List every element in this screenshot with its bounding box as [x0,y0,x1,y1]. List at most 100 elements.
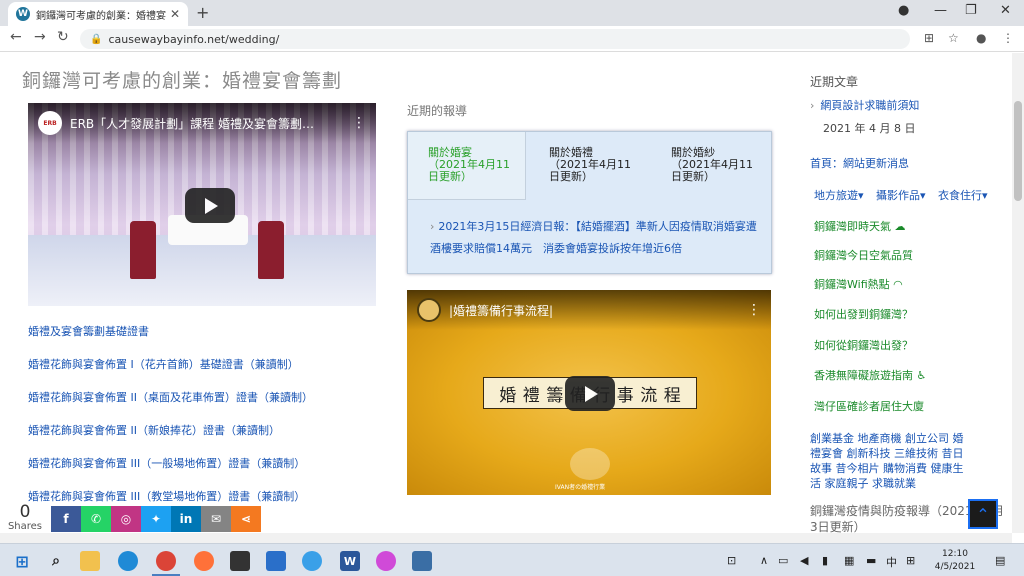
home-link[interactable]: 首頁：網站更新消息 [810,155,909,171]
tab-wedding[interactable]: 關於婚禮 （2021年4月11日更新） [529,132,649,200]
browser-app-icon[interactable] [376,551,396,571]
close-tab-icon[interactable]: ✕ [170,7,180,21]
channel-logo[interactable]: ERB [38,111,62,135]
tab-wedding-banquet[interactable]: 關於婚宴 （2021年4月11日更新） [408,132,526,200]
tab-wedding-dress[interactable]: 關於婚紗 （2021年4月11日更新） [651,132,771,200]
notification-icon[interactable]: ▤ [995,554,1005,567]
browser-toolbar: ← → ↻ 🔒 causewaybayinfo.net/wedding/ ⊞ ☆… [0,26,1024,52]
firefox-icon[interactable] [194,551,214,571]
restore-icon[interactable]: ❐ [965,3,977,18]
windows-start-icon[interactable]: ⊞ [12,551,32,571]
menu-travel[interactable]: 地方旅遊▾ [814,187,864,203]
weather-link[interactable]: 銅鑼灣即時天氣 ☁ [814,218,906,234]
news-widget: 關於婚宴 （2021年4月11日更新） 關於婚禮 （2021年4月11日更新） … [407,131,772,274]
bookmark-star-icon[interactable]: ☆ [948,31,959,45]
course-link[interactable]: 婚禮花飾與宴會佈置 II（新娘捧花）證書（兼讀制） [28,422,313,437]
tab-sublabel: （2021年4月11日更新） [428,158,510,183]
email-share-button[interactable]: ✉ [201,506,231,532]
course-link[interactable]: 婚禮花飾與宴會佈置 III（教堂場地佈置）證書（兼讀制） [28,488,313,503]
edge-icon[interactable] [118,551,138,571]
forward-icon[interactable]: → [34,29,46,45]
video-thumbnail-floor [28,234,376,306]
video-title[interactable]: |婚禮籌備行事流程| [449,302,741,319]
whatsapp-share-button[interactable]: ✆ [81,506,111,532]
profile-indicator-icon[interactable]: ● [898,3,909,18]
internet-explorer-icon[interactable] [302,551,322,571]
menu-photography[interactable]: 攝影作品▾ [876,187,926,203]
url-text: causewaybayinfo.net/wedding/ [108,32,280,46]
from-cwb-link[interactable]: 如何從銅鑼灣出發？ [814,337,913,353]
system-clock[interactable]: 12:10 4/5/2021 [930,548,980,574]
tab-sublabel: （2021年4月11日更新） [549,158,631,183]
video-title[interactable]: ERB「人才發展計劃」課程 婚禮及宴會籌劃… [70,115,346,132]
play-button[interactable] [565,376,615,411]
course-link[interactable]: 婚禮花飾與宴會佈置 III（一般場地佈置）證書（兼讀制） [28,455,313,470]
course-link[interactable]: 婚禮花飾與宴會佈置 I（花卉首飾）基礎證書（兼讀制） [28,356,313,371]
share-counter: 0 Shares [7,503,43,532]
video-player-wedding-process[interactable]: |婚禮籌備行事流程| ⋮ 婚 禮 籌 備 行 事 流 程 IVAN者の婚禮行業 [407,290,771,495]
video-more-icon[interactable]: ⋮ [747,302,761,318]
course-link[interactable]: 婚禮花飾與宴會佈置 II（桌面及花車佈置）證書（兼讀制） [28,389,313,404]
show-hidden-icons[interactable]: ∧ [760,554,768,567]
horizontal-scrollbar[interactable] [0,533,1012,543]
course-link[interactable]: 婚禮及宴會籌劃基礎證書 [28,323,313,338]
video-more-icon[interactable]: ⋮ [352,115,366,131]
network-icon[interactable]: ▭ [778,554,788,567]
vertical-scrollbar[interactable] [1012,53,1024,533]
volume-icon[interactable]: ◀ [800,554,808,567]
back-to-top-button[interactable]: ⌃ [968,499,998,529]
course-links: 婚禮及宴會籌劃基礎證書 婚禮花飾與宴會佈置 I（花卉首飾）基礎證書（兼讀制） 婚… [28,323,313,521]
reload-icon[interactable]: ↻ [57,29,69,45]
menu-living[interactable]: 衣食住行▾ [938,187,988,203]
twitter-share-button[interactable]: ✦ [141,506,171,532]
mail-icon[interactable] [266,551,286,571]
file-explorer-icon[interactable] [80,551,100,571]
news-item[interactable]: › 2021年3月15日經濟日報：【結婚擺酒】準新人因疫情取消婚宴遭酒樓要求賠償1… [430,216,760,260]
banner-char: 流 [640,385,658,406]
news-item-text: 2021年3月15日經濟日報：【結婚擺酒】準新人因疫情取消婚宴遭酒樓要求賠償14… [430,220,757,255]
instagram-share-button[interactable]: ◎ [111,506,141,532]
clock-date: 4/5/2021 [934,562,976,572]
wifi-link[interactable]: 銅鑼灣Wifi熱點 ◠ [814,276,903,292]
more-share-button[interactable]: ⋖ [231,506,261,532]
search-icon[interactable]: ⌕ [46,551,66,571]
chrome-icon[interactable] [156,551,176,571]
new-tab-button[interactable]: + [196,3,209,22]
store-icon[interactable] [230,551,250,571]
close-window-icon[interactable]: ✕ [1000,3,1011,18]
facebook-share-button[interactable]: f [51,506,81,532]
air-quality-link[interactable]: 銅鑼灣今日空氣品質 [814,247,913,263]
banner-char: 籌 [546,385,564,406]
wordpress-icon: W [16,7,30,21]
minimize-icon[interactable]: — [934,3,947,18]
tag-cloud[interactable]: 創業基金 地產商機 創立公司 婚禮宴會 創新科技 三維技術 昔日故事 昔今相片 … [810,431,970,491]
ime-mode-icon[interactable]: ⊞ [906,554,915,567]
accessible-travel-link[interactable]: 香港無障礙旅遊指南 ♿ [814,367,926,383]
browser-tab[interactable]: W 銅鑼灣可考慮的創業：婚禮宴會籌… ✕ [8,2,188,26]
menu-kebab-icon[interactable]: ⋮ [1002,31,1014,45]
play-button[interactable] [185,188,235,223]
battery-icon[interactable]: ▮ [822,554,828,567]
confirmed-buildings-link[interactable]: 灣仔區確診者居住大廈 [814,398,924,414]
ime-indicator[interactable]: 中 [886,554,897,570]
translate-icon[interactable]: ⊞ [924,31,934,45]
address-bar[interactable]: 🔒 causewaybayinfo.net/wedding/ [80,29,910,49]
to-cwb-link[interactable]: 如何出發到銅鑼灣？ [814,306,913,322]
recent-post-link[interactable]: › 網頁設計求職前須知 [810,97,919,113]
word-icon[interactable]: W [340,551,360,571]
thumbnail-chair [258,221,284,279]
back-icon[interactable]: ← [10,29,22,45]
ime-pad-icon[interactable]: ⊡ [727,554,736,567]
scrollbar-thumb[interactable] [1014,101,1022,201]
calendar-icon[interactable]: ▦ [844,554,854,567]
linkedin-share-button[interactable]: in [171,506,201,532]
photos-icon[interactable] [412,551,432,571]
account-icon[interactable]: ● [976,31,986,45]
banner-char: 事 [616,385,634,406]
video-header: ERB ERB「人才發展計劃」課程 婚禮及宴會籌劃… ⋮ [28,103,376,143]
video-player-erb[interactable]: ERB ERB「人才發展計劃」課程 婚禮及宴會籌劃… ⋮ [28,103,376,306]
keyboard-icon[interactable]: ▬ [866,554,876,567]
channel-logo[interactable] [417,298,441,322]
banner-char: 程 [663,385,681,406]
clock-time: 12:10 [942,549,968,559]
